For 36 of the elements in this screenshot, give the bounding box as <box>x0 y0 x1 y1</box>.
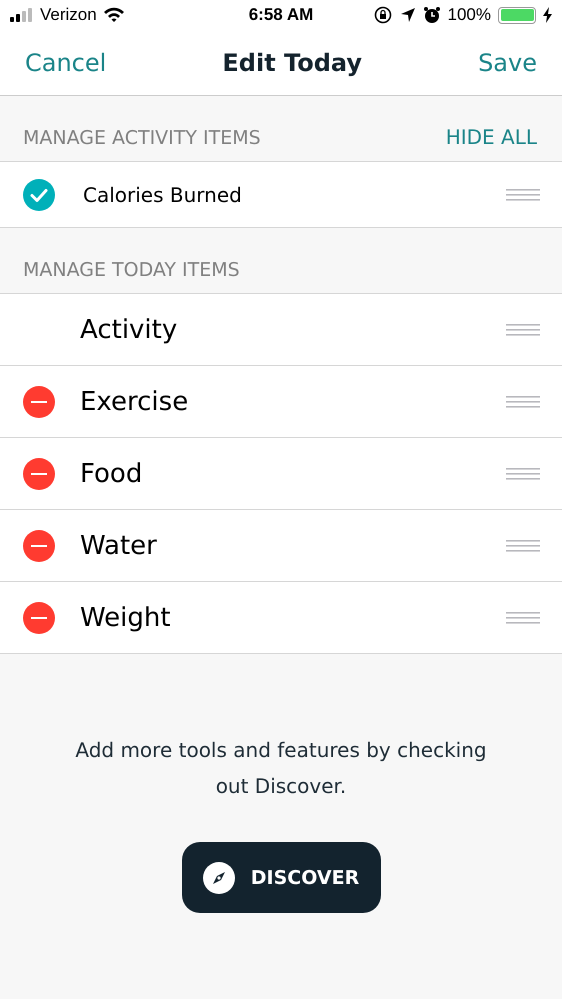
section-header: MANAGE ACTIVITY ITEMS <box>23 127 261 149</box>
remove-icon[interactable] <box>22 456 56 490</box>
charging-icon <box>543 7 552 23</box>
drag-handle-icon[interactable] <box>506 394 540 408</box>
wifi-icon <box>102 7 125 23</box>
carrier-name: Verizon <box>40 5 97 25</box>
remove-icon[interactable] <box>22 528 56 562</box>
checkbox[interactable] <box>22 178 56 212</box>
rotation-lock-icon <box>372 6 393 24</box>
alarm-icon <box>422 6 441 24</box>
compass-icon <box>202 862 235 894</box>
drag-handle-icon[interactable] <box>506 188 540 202</box>
remove-icon[interactable] <box>22 600 56 634</box>
screen-title: Edit Today <box>222 48 362 76</box>
section-header: MANAGE TODAY ITEMS <box>23 259 240 281</box>
clock: 6:58 AM <box>248 5 314 25</box>
item-label: Activity <box>80 314 178 344</box>
item-label: Calories Burned <box>83 182 243 206</box>
drag-handle-icon[interactable] <box>506 538 540 552</box>
discover-message: Add more tools and features by checking out Discover. <box>74 737 488 800</box>
discover-button[interactable]: DISCOVER <box>182 842 380 913</box>
cancel-button[interactable]: Cancel <box>25 48 106 76</box>
signal-icon <box>10 8 34 22</box>
hide-all-button[interactable]: HIDE ALL <box>446 125 537 149</box>
save-button[interactable]: Save <box>478 48 537 76</box>
drag-handle-icon[interactable] <box>506 322 540 336</box>
battery-icon <box>498 6 536 24</box>
remove-icon[interactable] <box>22 384 56 418</box>
item-label: Exercise <box>80 386 190 416</box>
drag-handle-icon[interactable] <box>506 610 540 624</box>
item-label: Food <box>80 458 144 488</box>
item-label: Weight <box>80 602 172 632</box>
drag-handle-icon[interactable] <box>506 466 540 480</box>
battery-percent: 100% <box>448 5 491 25</box>
item-label: Water <box>80 530 158 560</box>
location-icon <box>400 7 416 23</box>
